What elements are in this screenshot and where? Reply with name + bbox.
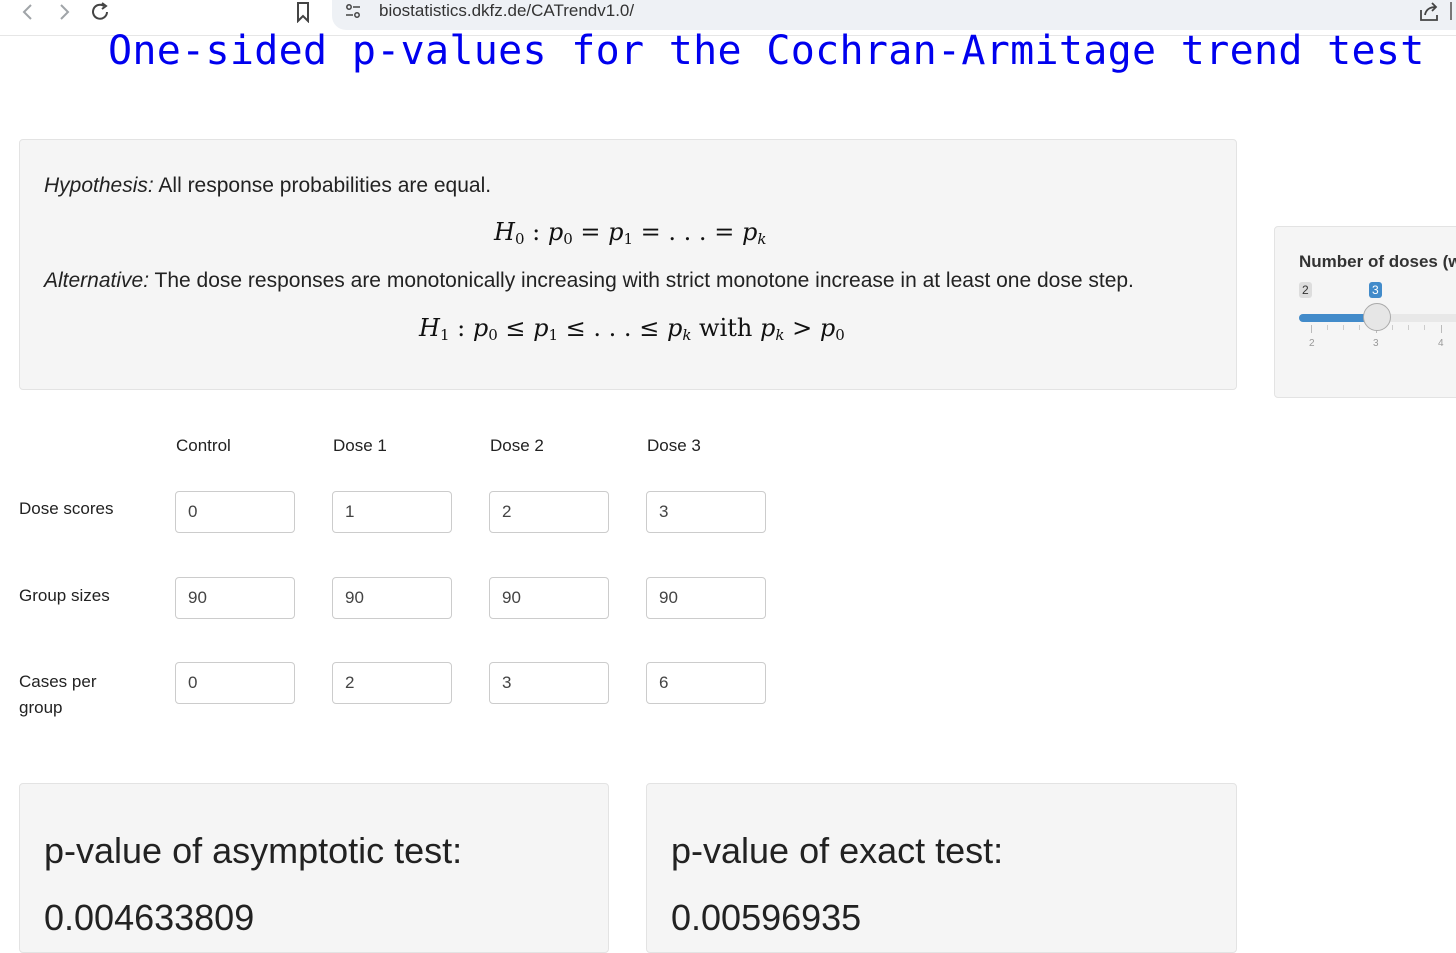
column-header-dose-2: Dose 2 — [490, 436, 544, 455]
slider-tick — [1441, 325, 1442, 333]
hypothesis-statement: Hypothesis: All response probabilities a… — [44, 174, 491, 198]
alternative-statement: Alternative: The dose responses are mono… — [44, 269, 1134, 293]
site-settings-icon[interactable] — [344, 3, 362, 19]
asymptotic-result-label: p-value of asymptotic test: — [44, 830, 463, 871]
slider-tick — [1311, 325, 1312, 333]
group-size-input-dose-1[interactable] — [332, 577, 452, 619]
group-size-input-dose-2[interactable] — [489, 577, 609, 619]
alternative-label: Alternative: — [44, 269, 150, 292]
group-size-input-dose-3[interactable] — [646, 577, 766, 619]
group-size-input-control[interactable] — [175, 577, 295, 619]
slider-minor-tick — [1424, 325, 1425, 330]
slider-minor-tick — [1327, 325, 1328, 330]
slider-tick-label: 4 — [1438, 338, 1444, 349]
exact-result-label: p-value of exact test: — [671, 830, 1004, 871]
slider-minor-tick — [1359, 325, 1360, 330]
slider-label: Number of doses (w — [1299, 252, 1456, 271]
row-label-group-sizes: Group sizes — [19, 586, 110, 605]
toolbar-divider — [1450, 2, 1452, 20]
slider-min-badge: 2 — [1299, 282, 1312, 298]
row-label-cases-per-group: Cases per group — [19, 672, 97, 717]
dose-score-input-dose-1[interactable] — [332, 491, 452, 533]
share-icon[interactable] — [1418, 2, 1440, 22]
asymptotic-result-panel: p-value of asymptotic test: 0.004633809 — [19, 783, 609, 953]
dose-score-input-dose-2[interactable] — [489, 491, 609, 533]
alternative-text: The dose responses are monotonically inc… — [149, 269, 1134, 292]
dose-score-input-dose-3[interactable] — [646, 491, 766, 533]
cases-input-dose-1[interactable] — [332, 662, 452, 704]
cases-input-dose-2[interactable] — [489, 662, 609, 704]
back-icon[interactable] — [16, 0, 40, 24]
cases-input-dose-3[interactable] — [646, 662, 766, 704]
hypothesis-panel: Hypothesis: All response probabilities a… — [19, 139, 1237, 390]
reload-icon[interactable] — [88, 0, 112, 24]
bookmark-icon[interactable] — [291, 0, 315, 24]
slider-tick-label: 3 — [1373, 338, 1379, 349]
forward-icon[interactable] — [52, 0, 76, 24]
column-header-control: Control — [176, 436, 231, 455]
url-text[interactable]: biostatistics.dkfz.de/CATrendv1.0/ — [379, 0, 634, 22]
slider-tick-label: 2 — [1309, 338, 1315, 349]
slider-minor-tick — [1408, 325, 1409, 330]
address-bar[interactable]: biostatistics.dkfz.de/CATrendv1.0/ — [332, 0, 1456, 30]
slider-value-badge: 3 — [1369, 282, 1382, 298]
hypothesis-label: Hypothesis: — [44, 174, 154, 197]
slider-minor-tick — [1392, 325, 1393, 330]
doses-slider-panel: Number of doses (w 2 3 2 3 4 — [1274, 226, 1456, 398]
dose-score-input-control[interactable] — [175, 491, 295, 533]
slider-handle[interactable] — [1363, 303, 1391, 331]
slider-minor-tick — [1343, 325, 1344, 330]
column-header-dose-1: Dose 1 — [333, 436, 387, 455]
row-label-dose-scores: Dose scores — [19, 499, 114, 518]
hypothesis-text: All response probabilities are equal. — [153, 174, 492, 197]
alternative-hypothesis-formula: H1 : p0 ≤ p1 ≤ . . . ≤ pk with pk > p0 — [419, 314, 845, 344]
null-hypothesis-formula: H0 : p0 = p1 = . . . = pk — [494, 218, 767, 248]
exact-result-panel: p-value of exact test: 0.00596935 — [646, 783, 1237, 953]
page-title: One-sided p-values for the Cochran-Armit… — [108, 28, 1425, 74]
cases-input-control[interactable] — [175, 662, 295, 704]
column-header-dose-3: Dose 3 — [647, 436, 701, 455]
